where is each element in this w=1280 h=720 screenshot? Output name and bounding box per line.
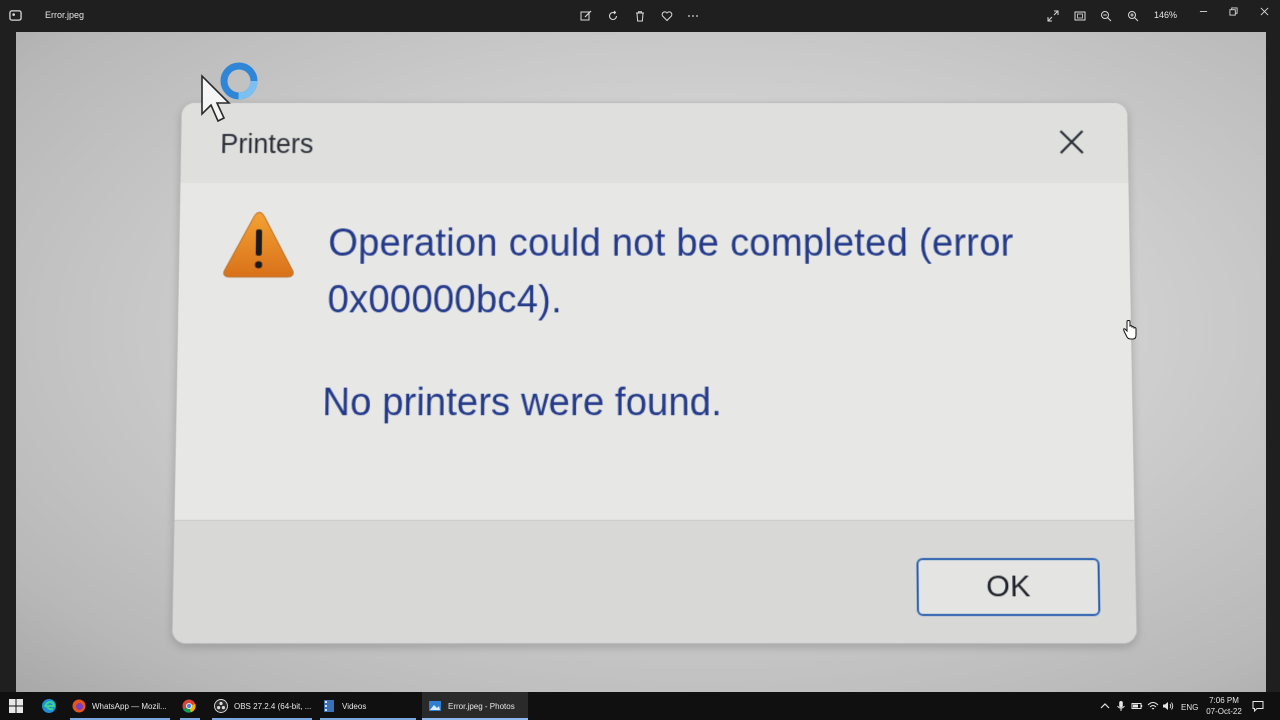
taskbar-app-photos[interactable]: Error.jpeg - Photos (422, 692, 528, 720)
input-language-indicator[interactable]: ENG (1181, 703, 1198, 712)
file-name-title: Error.jpeg (45, 10, 85, 20)
clock-date: 07-Oct-22 (1206, 707, 1242, 716)
minimize-icon[interactable] (1193, 4, 1213, 18)
zoom-out-icon[interactable] (1098, 8, 1114, 24)
dialog-footer: OK (172, 519, 1137, 644)
close-icon (1054, 125, 1089, 159)
rotate-icon[interactable] (605, 8, 621, 24)
fullscreen-icon[interactable] (1045, 8, 1061, 24)
restore-icon[interactable] (1223, 4, 1243, 18)
delete-icon[interactable] (632, 8, 648, 24)
zoom-level-readout[interactable]: 146% (1154, 10, 1177, 20)
fit-icon[interactable] (1072, 8, 1088, 24)
photos-app-icon (9, 10, 22, 21)
photos-title-bar: Error.jpeg 146% (0, 0, 1280, 32)
dialog-header: Printers (180, 102, 1129, 184)
photos-icon (429, 701, 441, 711)
warning-icon (221, 209, 296, 280)
firefox-icon (72, 699, 86, 713)
more-icon[interactable] (685, 8, 701, 24)
wifi-icon[interactable] (1147, 700, 1159, 712)
taskbar-clock[interactable]: 7:06 PM 07-Oct-22 (1203, 695, 1245, 717)
zoom-in-icon[interactable] (1125, 8, 1141, 24)
battery-icon[interactable] (1131, 700, 1143, 712)
hand-cursor-icon (1123, 320, 1137, 340)
taskbar-app-label: Videos (342, 701, 367, 711)
show-hidden-icons-icon[interactable] (1099, 700, 1111, 712)
close-window-icon[interactable] (1254, 4, 1274, 18)
dialog-title: Printers (220, 128, 314, 160)
no-printers-message: No printers were found. (322, 381, 722, 425)
taskbar-app-whatsapp[interactable]: WhatsApp — Mozil... (72, 692, 167, 720)
taskbar-app-label: WhatsApp — Mozil... (92, 701, 167, 711)
photo-canvas[interactable]: Printers Operation could not be complete… (16, 32, 1266, 692)
error-message: Operation could not be completed (error … (327, 222, 1014, 322)
videos-icon (324, 700, 334, 712)
busy-spinner-icon (220, 62, 258, 100)
clock-time: 7:06 PM (1209, 696, 1239, 705)
obs-icon (214, 699, 228, 713)
windows-start-icon[interactable] (9, 699, 23, 713)
windows-taskbar: WhatsApp — Mozil... OBS 27.2.4 (64-bit, … (0, 692, 1280, 720)
taskbar-app-videos[interactable]: Videos (322, 692, 366, 720)
microphone-icon[interactable] (1115, 700, 1127, 712)
ok-button: OK (916, 558, 1101, 617)
favorite-icon[interactable] (659, 8, 675, 24)
edge-browser-icon[interactable] (41, 698, 57, 714)
volume-icon[interactable] (1162, 700, 1174, 712)
notifications-icon[interactable] (1252, 700, 1264, 712)
photographed-error-dialog: Printers Operation could not be complete… (171, 102, 1138, 645)
taskbar-app-label: OBS 27.2.4 (64-bit, ... (234, 701, 312, 711)
edit-icon[interactable] (578, 8, 594, 24)
taskbar-app-obs[interactable]: OBS 27.2.4 (64-bit, ... (214, 692, 311, 720)
chrome-icon (182, 699, 196, 713)
taskbar-app-chrome[interactable] (182, 692, 202, 720)
taskbar-app-label: Error.jpeg - Photos (448, 701, 515, 711)
